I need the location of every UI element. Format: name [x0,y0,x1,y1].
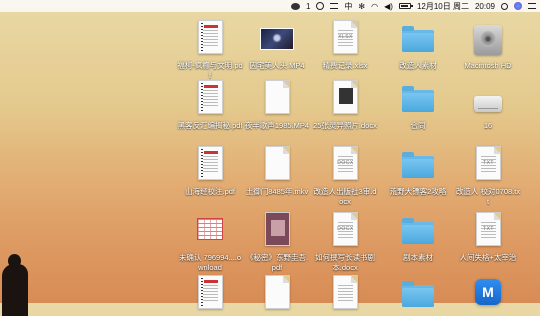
desktop-icon[interactable]: XLSX 精费记录.xlsx [310,20,380,71]
desktop-icon-label: 如何撰写长读书剧本.docx [315,253,375,272]
desktop-icon-label: 改造人素材 [399,61,437,70]
menu-bar: 1 中 ✻ ◠ ◀) 12月10日 周二 20:09 [0,0,540,12]
desktop-icon[interactable]: 荒野大镖客2攻略 [383,146,453,197]
desktop-icon[interactable]: 25张灵异照片.docx [310,80,380,131]
bluetooth-icon[interactable]: ✻ [358,0,365,12]
desktop-icon-label: 土御门8485年.mkv [245,187,309,196]
desktop-icon-label: 改造人 校对0708.txt [455,187,521,206]
desktop-icon[interactable]: DOCX 如何撰写长读书剧本.docx [310,212,380,273]
icon-text: TXT [483,160,494,166]
document-icon [193,146,227,186]
wechat-icon[interactable] [290,0,300,12]
desktop-icon-label: 夜半歌声1985.MP4 [244,121,310,130]
desktop-icon[interactable]: 16 [453,80,523,131]
siri-icon[interactable] [514,0,522,12]
desktop-icon-label: 精费记录.xlsx [322,61,368,70]
desktop-icon-label: 改造人出版社3审.docx [313,187,377,206]
video-file-icon [260,20,294,60]
folder-icon [401,212,435,252]
icon-text: M [475,279,501,305]
document-icon [193,275,227,315]
icon-text: DOCX [337,226,354,232]
document-icon [260,275,294,315]
desktop-icon[interactable]: 未确认 796994....ownload [175,212,245,273]
document-icon [260,146,294,186]
document-icon [328,80,362,120]
desktop-icon-label: 囚宅美人头.MP4 [249,61,305,70]
desktop-icon[interactable]: 囚宅美人头.MP4 [242,20,312,71]
desktop-icon-label: Macintosh HD [464,61,512,70]
folder-icon [401,80,435,120]
battery-count[interactable]: 1 [306,0,310,12]
desktop-icon-label: 剧本素材 [403,253,433,262]
desktop-icon-label: 16 [483,121,493,130]
icon-text: TXT [483,226,494,232]
document-icon [193,20,227,60]
desktop-icon[interactable]: TXT 改造人 校对0708.txt [453,146,523,207]
document-icon [193,80,227,120]
desktop-icon-label: 黑客反汇编揭秘.pdf [177,121,243,130]
desktop-icon[interactable]: 《秘密》东野圭吾.pdf [242,212,312,273]
icon-text: DOCX [337,160,354,166]
download-file-icon [193,212,227,252]
app-icon: M [471,275,505,315]
desktop-icon-label: 山海经校注.pdf [184,187,235,196]
desktop-icon[interactable]: Macintosh HD [453,20,523,71]
external-drive-icon [471,80,505,120]
folder-icon [401,275,435,315]
folder-icon [401,146,435,186]
hard-disk-icon [471,20,505,60]
desktop-icon[interactable]: 山海经校注.pdf [175,146,245,197]
desktop-icon[interactable]: TXT 人间失格+太宰治 [453,212,523,263]
wallpaper-silhouette [2,254,28,316]
search-icon[interactable] [501,0,508,12]
document-icon: TXT [471,146,505,186]
desktop-icon[interactable]: 土御门8485年.mkv [242,146,312,197]
folder-icon [401,20,435,60]
desktop: 福柯-疯癫与文明.pdf 囚宅美人头.MP4 XLSX 精费记录.xlsx 改造人素材 M… [0,12,540,316]
desktop-icon[interactable]: 福柯-疯癫与文明.pdf [175,20,245,81]
document-icon: XLSX [328,20,362,60]
desktop-icon[interactable]: 合同 [383,80,453,131]
icon-text: XLSX [338,34,353,40]
notification-center-icon[interactable] [528,0,536,12]
desktop-icon[interactable]: 黑客反汇编揭秘.pdf [175,80,245,131]
document-icon [328,275,362,315]
desktop-icon-label: 荒野大镖客2攻略 [389,187,447,196]
volume-icon[interactable]: ◀) [384,0,393,12]
desktop-icon[interactable] [175,275,245,316]
wifi-icon[interactable]: ◠ [371,0,378,12]
desktop-icon-label: 福柯-疯癫与文明.pdf [177,61,243,80]
desktop-icon[interactable]: 剧本素材 [383,212,453,263]
desktop-icon[interactable] [242,275,312,316]
battery-icon[interactable] [398,0,413,12]
document-icon: TXT [471,212,505,252]
desktop-icon[interactable]: 改造人素材 [383,20,453,71]
status-circle-icon[interactable] [316,0,325,12]
document-icon: DOCX [328,212,362,252]
menu-list-icon[interactable] [330,0,339,12]
date-display[interactable]: 12月10日 周二 [417,0,469,12]
input-method[interactable]: 中 [344,0,352,12]
desktop-icon-label: 《秘密》东野圭吾.pdf [245,253,309,272]
desktop-icon[interactable] [383,275,453,316]
document-icon [260,80,294,120]
document-icon [260,212,294,252]
desktop-icon-label: 25张灵异照片.docx [313,121,377,130]
document-icon: DOCX [328,146,362,186]
desktop-icon[interactable]: M [453,275,523,316]
desktop-icon-label: 合同 [410,121,426,130]
desktop-icon[interactable]: 夜半歌声1985.MP4 [242,80,312,131]
desktop-icon[interactable] [310,275,380,316]
clock-time[interactable]: 20:09 [475,0,495,12]
desktop-icon-label: 人间失格+太宰治 [459,253,517,262]
desktop-icon-label: 未确认 796994....ownload [178,253,242,272]
desktop-icon[interactable]: DOCX 改造人出版社3审.docx [310,146,380,207]
